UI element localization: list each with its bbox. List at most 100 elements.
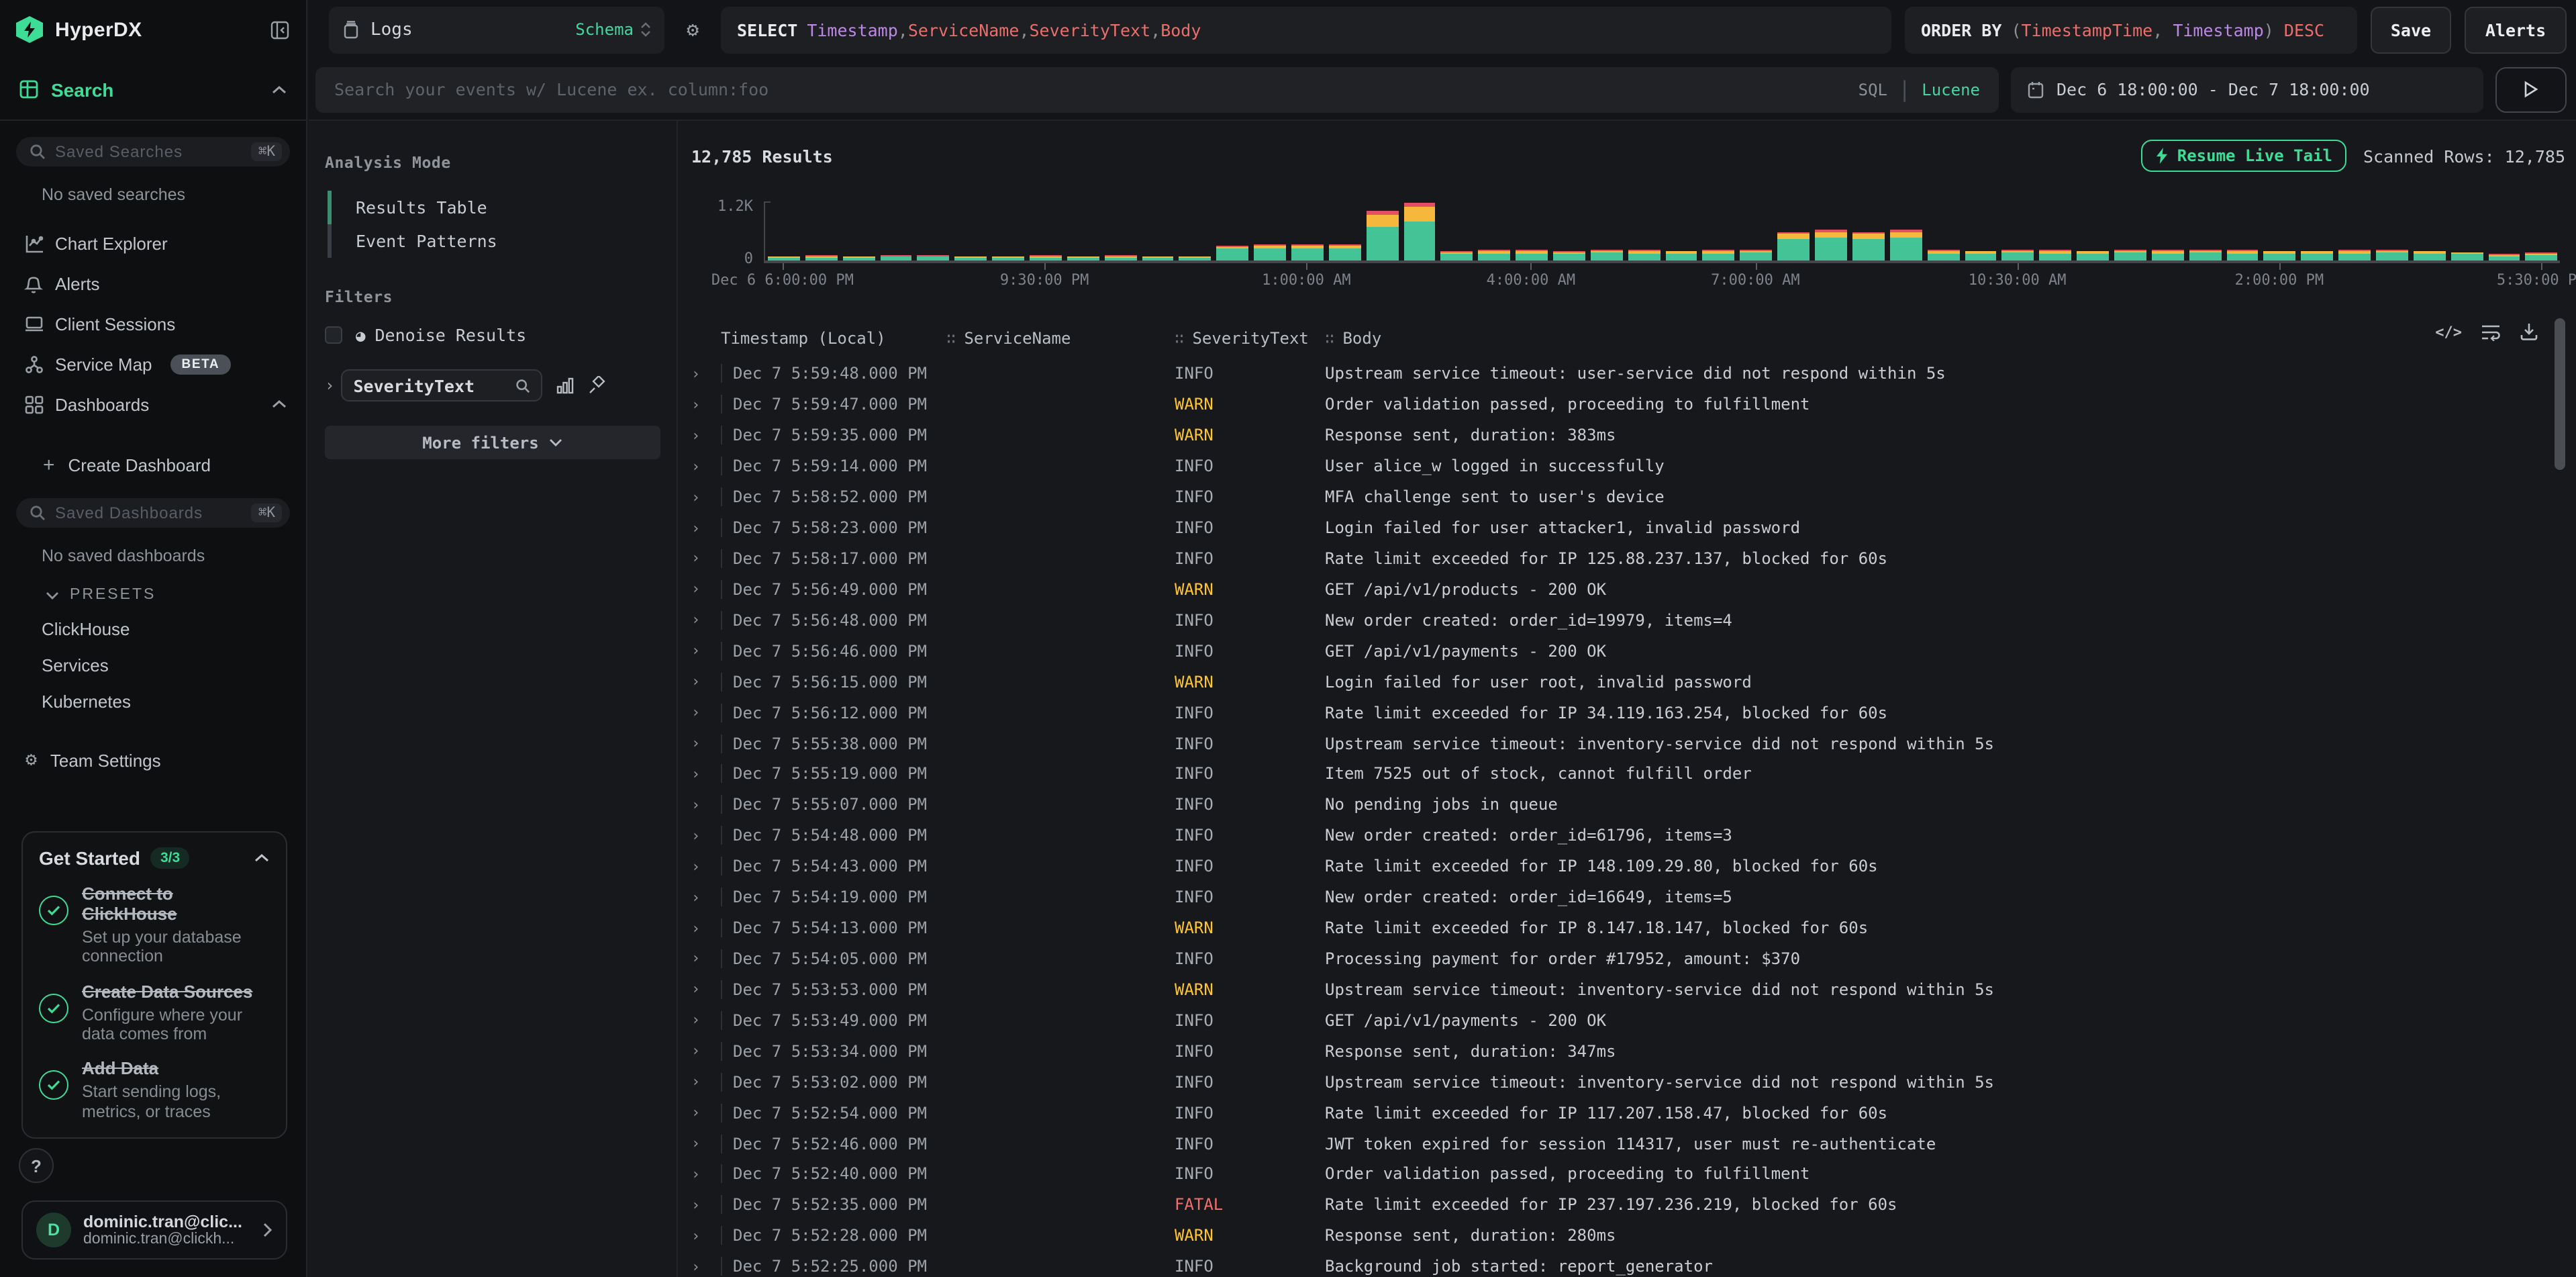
- table-row[interactable]: ›Dec 7 5:54:19.000 PMINFONew order creat…: [691, 882, 2565, 912]
- expand-field-chevron-icon[interactable]: ›: [325, 376, 334, 395]
- table-row[interactable]: ›Dec 7 5:53:34.000 PMINFOResponse sent, …: [691, 1036, 2565, 1067]
- expand-row-chevron-icon[interactable]: ›: [691, 981, 721, 998]
- more-filters-button[interactable]: More filters: [325, 426, 660, 459]
- table-row[interactable]: ›Dec 7 5:52:40.000 PMINFOOrder validatio…: [691, 1159, 2565, 1190]
- collapse-sidebar-icon[interactable]: [270, 19, 290, 40]
- presets-header[interactable]: PRESETS: [46, 587, 306, 603]
- expand-row-chevron-icon[interactable]: ›: [691, 396, 721, 414]
- histogram-bar[interactable]: [805, 201, 838, 261]
- lucene-search-input[interactable]: Search your events w/ Lucene ex. column:…: [315, 66, 1999, 112]
- saved-searches-input[interactable]: Saved Searches ⌘K: [16, 137, 290, 167]
- histogram-bar[interactable]: [2264, 201, 2296, 261]
- expand-row-chevron-icon[interactable]: ›: [691, 1196, 721, 1214]
- table-row[interactable]: ›Dec 7 5:55:38.000 PMINFOUpstream servic…: [691, 728, 2565, 759]
- histogram-bar[interactable]: [1890, 201, 1922, 261]
- get-started-step-connect[interactable]: Connect to ClickHouse Set up your databa…: [39, 885, 270, 966]
- chevron-up-icon[interactable]: [254, 853, 270, 863]
- expand-row-chevron-icon[interactable]: ›: [691, 857, 721, 875]
- alerts-button[interactable]: Alerts: [2465, 6, 2567, 53]
- histogram-bar[interactable]: [1329, 201, 1361, 261]
- expand-row-chevron-icon[interactable]: ›: [691, 1227, 721, 1245]
- sidebar-item-team-settings[interactable]: ⚙︎ Team Settings: [26, 749, 306, 771]
- sidebar-item-service-map[interactable]: Service Map BETA: [0, 344, 306, 384]
- sidebar-item-client-sessions[interactable]: Client Sessions: [0, 303, 306, 344]
- expand-row-chevron-icon[interactable]: ›: [691, 1073, 721, 1090]
- histogram-bar[interactable]: [2301, 201, 2333, 261]
- table-row[interactable]: ›Dec 7 5:58:52.000 PMINFOMFA challenge s…: [691, 481, 2565, 512]
- resume-live-tail-button[interactable]: Resume Live Tail: [2141, 140, 2347, 172]
- table-row[interactable]: ›Dec 7 5:53:49.000 PMINFOGET /api/v1/pay…: [691, 1005, 2565, 1036]
- table-row[interactable]: ›Dec 7 5:52:25.000 PMINFOBackground job …: [691, 1251, 2565, 1277]
- histogram-bar[interactable]: [2114, 201, 2146, 261]
- expand-row-chevron-icon[interactable]: ›: [691, 519, 721, 536]
- sidebar-item-dashboards[interactable]: Dashboards: [0, 384, 306, 424]
- histogram-bar[interactable]: [1104, 201, 1136, 261]
- histogram-bar[interactable]: [1403, 201, 1436, 261]
- histogram-bar[interactable]: [918, 201, 950, 261]
- expand-row-chevron-icon[interactable]: ›: [691, 950, 721, 967]
- histogram-bar[interactable]: [2152, 201, 2184, 261]
- histogram-bar[interactable]: [1291, 201, 1324, 261]
- preset-kubernetes[interactable]: Kubernetes: [42, 692, 306, 712]
- table-row[interactable]: ›Dec 7 5:56:48.000 PMINFONew order creat…: [691, 605, 2565, 636]
- histogram-bar[interactable]: [1142, 201, 1174, 261]
- wrap-lines-icon[interactable]: [2481, 323, 2501, 340]
- expand-row-chevron-icon[interactable]: ›: [691, 796, 721, 814]
- histogram-bar[interactable]: [2450, 201, 2483, 261]
- histogram-bar[interactable]: [1179, 201, 1211, 261]
- histogram-bar[interactable]: [2226, 201, 2259, 261]
- expand-row-chevron-icon[interactable]: ›: [691, 765, 721, 783]
- expand-row-chevron-icon[interactable]: ›: [691, 457, 721, 475]
- sidebar-item-search[interactable]: Search: [0, 59, 306, 121]
- sidebar-item-alerts[interactable]: Alerts: [0, 263, 306, 303]
- expand-row-chevron-icon[interactable]: ›: [691, 1012, 721, 1029]
- histogram-bar[interactable]: [1441, 201, 1473, 261]
- chevron-up-icon[interactable]: [271, 84, 287, 95]
- table-row[interactable]: ›Dec 7 5:52:35.000 PMFATALRate limit exc…: [691, 1190, 2565, 1221]
- histogram-bar[interactable]: [1553, 201, 1585, 261]
- expand-row-chevron-icon[interactable]: ›: [691, 735, 721, 752]
- histogram-bar[interactable]: [2002, 201, 2034, 261]
- table-row[interactable]: ›Dec 7 5:59:35.000 PMWARNResponse sent, …: [691, 420, 2565, 451]
- mode-sql-toggle[interactable]: SQL: [1859, 80, 1887, 99]
- expand-row-chevron-icon[interactable]: ›: [691, 827, 721, 845]
- chart-mini-icon[interactable]: [556, 376, 575, 395]
- run-query-button[interactable]: [2495, 66, 2567, 112]
- table-row[interactable]: ›Dec 7 5:56:12.000 PMINFORate limit exce…: [691, 697, 2565, 728]
- expand-row-chevron-icon[interactable]: ›: [691, 1042, 721, 1059]
- expand-row-chevron-icon[interactable]: ›: [691, 1166, 721, 1183]
- expand-row-chevron-icon[interactable]: ›: [691, 488, 721, 506]
- histogram-bar[interactable]: [992, 201, 1024, 261]
- histogram-bar[interactable]: [1367, 201, 1399, 261]
- table-row[interactable]: ›Dec 7 5:58:23.000 PMINFOLogin failed fo…: [691, 512, 2565, 543]
- preset-clickhouse[interactable]: ClickHouse: [42, 619, 306, 639]
- histogram-bar[interactable]: [2338, 201, 2371, 261]
- expand-row-chevron-icon[interactable]: ›: [691, 704, 721, 721]
- table-row[interactable]: ›Dec 7 5:54:05.000 PMINFOProcessing paym…: [691, 943, 2565, 974]
- chevron-up-icon[interactable]: [271, 399, 287, 410]
- pin-icon[interactable]: [588, 376, 607, 395]
- histogram-bar[interactable]: [2077, 201, 2109, 261]
- expand-row-chevron-icon[interactable]: ›: [691, 643, 721, 660]
- tab-event-patterns[interactable]: Event Patterns: [328, 224, 660, 258]
- user-menu[interactable]: D dominic.tran@clic... dominic.tran@clic…: [21, 1200, 287, 1260]
- table-row[interactable]: ›Dec 7 5:58:17.000 PMINFORate limit exce…: [691, 543, 2565, 574]
- saved-dashboards-input[interactable]: Saved Dashboards ⌘K: [16, 498, 290, 528]
- table-row[interactable]: ›Dec 7 5:52:46.000 PMINFOJWT token expir…: [691, 1128, 2565, 1159]
- histogram-bar[interactable]: [842, 201, 875, 261]
- table-row[interactable]: ›Dec 7 5:56:46.000 PMINFOGET /api/v1/pay…: [691, 636, 2565, 667]
- histogram-bar[interactable]: [1740, 201, 1773, 261]
- expand-row-chevron-icon[interactable]: ›: [691, 888, 721, 906]
- expand-row-chevron-icon[interactable]: ›: [691, 365, 721, 383]
- histogram-bar[interactable]: [1067, 201, 1099, 261]
- histogram-bar[interactable]: [1703, 201, 1735, 261]
- expand-row-chevron-icon[interactable]: ›: [691, 427, 721, 444]
- select-query-input[interactable]: SELECTTimestamp,ServiceName,SeverityText…: [721, 6, 1891, 53]
- table-row[interactable]: ›Dec 7 5:55:19.000 PMINFOItem 7525 out o…: [691, 759, 2565, 790]
- table-row[interactable]: ›Dec 7 5:53:02.000 PMINFOUpstream servic…: [691, 1066, 2565, 1097]
- histogram-bar[interactable]: [1815, 201, 1847, 261]
- view-source-icon[interactable]: </>: [2435, 323, 2462, 340]
- histogram-bar[interactable]: [2189, 201, 2221, 261]
- tab-results-table[interactable]: Results Table: [328, 191, 660, 224]
- date-range-picker[interactable]: Dec 6 18:00:00 - Dec 7 18:00:00: [2011, 66, 2483, 112]
